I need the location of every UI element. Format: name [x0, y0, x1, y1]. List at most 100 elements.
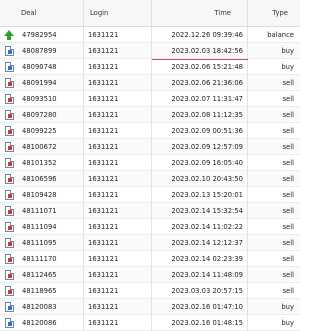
table-row[interactable]: 48087899 1631121 2023.02.03 18:42:56 buy — [0, 43, 300, 59]
type-cell: buy — [281, 303, 294, 311]
time-cell: 2023.02.10 20:43:50 — [152, 171, 248, 187]
table-row[interactable]: 48111094 1631121 2023.02.14 11:02:22 sell — [0, 219, 300, 235]
table-row[interactable]: 48100672 1631121 2023.02.09 12:57:09 sell — [0, 139, 300, 155]
type-cell: sell — [282, 255, 295, 263]
deal-cell: 48111170 — [0, 251, 84, 267]
deal-cell: 48101352 — [0, 155, 84, 171]
login-cell: 1631121 — [84, 43, 152, 59]
time-cell: 2023.03.03 20:57:15 — [152, 283, 248, 299]
table-row[interactable]: 48111095 1631121 2023.02.14 12:12:37 sell — [0, 235, 300, 251]
time-cell: 2023.02.14 15:32:54 — [152, 203, 248, 219]
login-cell: 1631121 — [84, 139, 152, 155]
type-cell: buy — [281, 63, 294, 71]
table-row[interactable]: 48093510 1631121 2023.02.07 11:31:47 sell — [0, 91, 300, 107]
time-cell: 2023.02.06 21:36:06 — [152, 75, 248, 91]
table-row[interactable]: 48109428 1631121 2023.02.13 15:20:01 sell — [0, 187, 300, 203]
column-header-time[interactable]: Time — [152, 0, 248, 26]
deal-cell: 48091994 — [0, 75, 84, 91]
time-cell: 2023.02.03 18:42:56 — [152, 43, 248, 59]
deal-cell: 47982954 — [0, 27, 84, 43]
login-cell: 1631121 — [84, 251, 152, 267]
table-row[interactable]: 48101352 1631121 2023.02.09 16:05:40 sell — [0, 155, 300, 171]
type-cell: sell — [282, 287, 295, 295]
login-cell: 1631121 — [84, 267, 152, 283]
deal-cell: 48087899 — [0, 43, 84, 59]
type-cell: sell — [282, 159, 295, 167]
deal-cell: 48111095 — [0, 235, 84, 251]
type-cell: buy — [281, 47, 294, 55]
time-cell: 2023.02.07 11:31:47 — [152, 91, 248, 107]
type-cell: sell — [282, 111, 295, 119]
table-row[interactable]: 48099225 1631121 2023.02.09 00:51:36 sell — [0, 123, 300, 139]
time-cell: 2023.02.14 02:23:39 — [152, 251, 248, 267]
time-cell: 2023.02.09 16:05:40 — [152, 155, 248, 171]
deal-cell: 48118965 — [0, 283, 84, 299]
login-cell: 1631121 — [84, 171, 152, 187]
login-cell: 1631121 — [84, 315, 152, 331]
type-cell: sell — [282, 223, 295, 231]
table-row[interactable]: 48120083 1631121 2023.02.16 01:47:10 buy — [0, 299, 300, 315]
login-cell: 1631121 — [84, 27, 152, 43]
login-cell: 1631121 — [84, 299, 152, 315]
type-cell: balance — [267, 31, 294, 39]
type-cell: sell — [282, 239, 295, 247]
table-row[interactable]: 47982954 1631121 2022.12.26 09:39:46 balanc… — [0, 27, 300, 43]
login-cell: 1631121 — [84, 75, 152, 91]
table-row[interactable]: 48097280 1631121 2023.02.08 11:12:35 sell — [0, 107, 300, 123]
type-cell: sell — [282, 207, 295, 215]
deal-cell: 48100672 — [0, 139, 84, 155]
column-header-type[interactable]: Type — [248, 0, 300, 26]
type-cell: sell — [282, 79, 295, 87]
login-cell: 1631121 — [84, 235, 152, 251]
time-cell: 2022.12.26 09:39:46 — [152, 27, 248, 43]
table-row[interactable]: 48090748 1631121 2023.02.06 15:21:48 buy — [0, 59, 300, 75]
selection-underline — [152, 59, 248, 60]
deal-cell: 48120083 — [0, 299, 84, 315]
deal-cell: 48111071 — [0, 203, 84, 219]
login-cell: 1631121 — [84, 155, 152, 171]
deal-cell: 48090748 — [0, 59, 84, 75]
deal-cell: 48097280 — [0, 107, 84, 123]
type-cell: sell — [282, 271, 295, 279]
login-cell: 1631121 — [84, 59, 152, 75]
table-row[interactable]: 48111071 1631121 2023.02.14 15:32:54 sell — [0, 203, 300, 219]
type-cell: sell — [282, 191, 295, 199]
time-cell: 2023.02.14 12:12:37 — [152, 235, 248, 251]
deal-cell: 48109428 — [0, 187, 84, 203]
login-cell: 1631121 — [84, 91, 152, 107]
login-cell: 1631121 — [84, 187, 152, 203]
deal-cell: 48099225 — [0, 123, 84, 139]
time-cell: 2023.02.09 12:57:09 — [152, 139, 248, 155]
column-header-login[interactable]: Login — [84, 0, 152, 26]
type-cell: buy — [281, 319, 294, 327]
table-row[interactable]: 48120086 1631121 2023.02.16 01:48:15 buy — [0, 315, 300, 331]
time-cell: 2023.02.09 00:51:36 — [152, 123, 248, 139]
column-header-deal[interactable]: Deal — [0, 0, 84, 26]
login-cell: 1631121 — [84, 203, 152, 219]
type-cell: sell — [282, 95, 295, 103]
table-row[interactable]: 48118965 1631121 2023.03.03 20:57:15 sell — [0, 283, 300, 299]
table-row[interactable]: 48106596 1631121 2023.02.10 20:43:50 sell — [0, 171, 300, 187]
time-cell: 2023.02.14 11:48:09 — [152, 267, 248, 283]
table-header: Deal Login Time Type — [0, 0, 300, 27]
deals-table: Deal Login Time Type 47982954 1631121 2022… — [0, 0, 300, 331]
table-row[interactable]: 48091994 1631121 2023.02.06 21:36:06 sell — [0, 75, 300, 91]
time-cell: 2023.02.08 11:12:35 — [152, 107, 248, 123]
login-cell: 1631121 — [84, 107, 152, 123]
deal-cell: 48112465 — [0, 267, 84, 283]
table-row[interactable]: 48112465 1631121 2023.02.14 11:48:09 sell — [0, 267, 300, 283]
login-cell: 1631121 — [84, 123, 152, 139]
time-cell: 2023.02.06 15:21:48 — [152, 59, 248, 75]
table-row[interactable]: 48111170 1631121 2023.02.14 02:23:39 sell — [0, 251, 300, 267]
time-cell: 2023.02.13 15:20:01 — [152, 187, 248, 203]
login-cell: 1631121 — [84, 283, 152, 299]
login-cell: 1631121 — [84, 219, 152, 235]
type-cell: sell — [282, 143, 295, 151]
deal-cell: 48106596 — [0, 171, 84, 187]
time-cell: 2023.02.14 11:02:22 — [152, 219, 248, 235]
deal-cell: 48093510 — [0, 91, 84, 107]
time-cell: 2023.02.16 01:47:10 — [152, 299, 248, 315]
deal-cell: 48120086 — [0, 315, 84, 331]
type-cell: sell — [282, 127, 295, 135]
type-cell: sell — [282, 175, 295, 183]
